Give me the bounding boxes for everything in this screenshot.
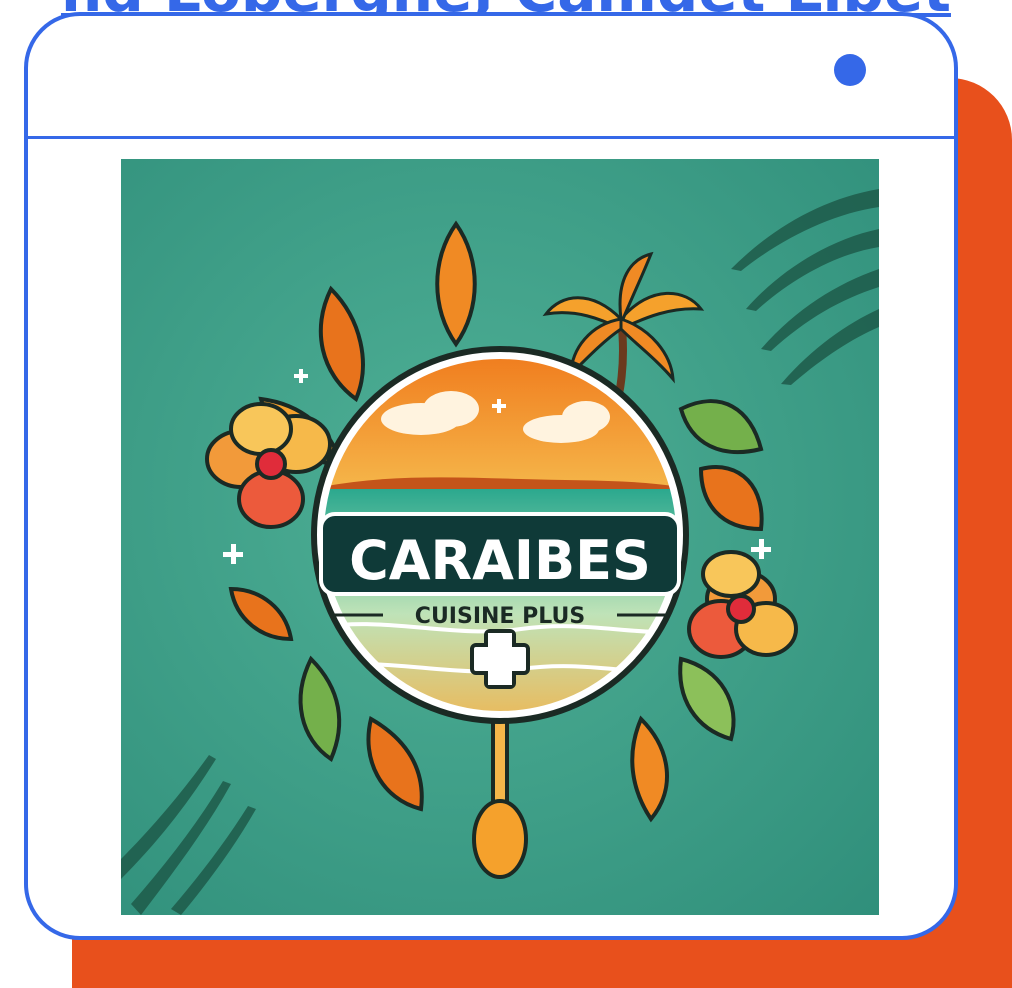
logo-brand-name: CARAIBES xyxy=(349,529,651,592)
logo-tagline: CUISINE PLUS xyxy=(415,604,585,629)
card-header xyxy=(28,16,954,139)
logo-image: CARAIBES CUISINE PLUS xyxy=(121,159,879,915)
image-card: CARAIBES CUISINE PLUS xyxy=(24,12,958,940)
caraibes-logo: CARAIBES CUISINE PLUS xyxy=(121,159,879,915)
status-dot xyxy=(834,54,866,86)
